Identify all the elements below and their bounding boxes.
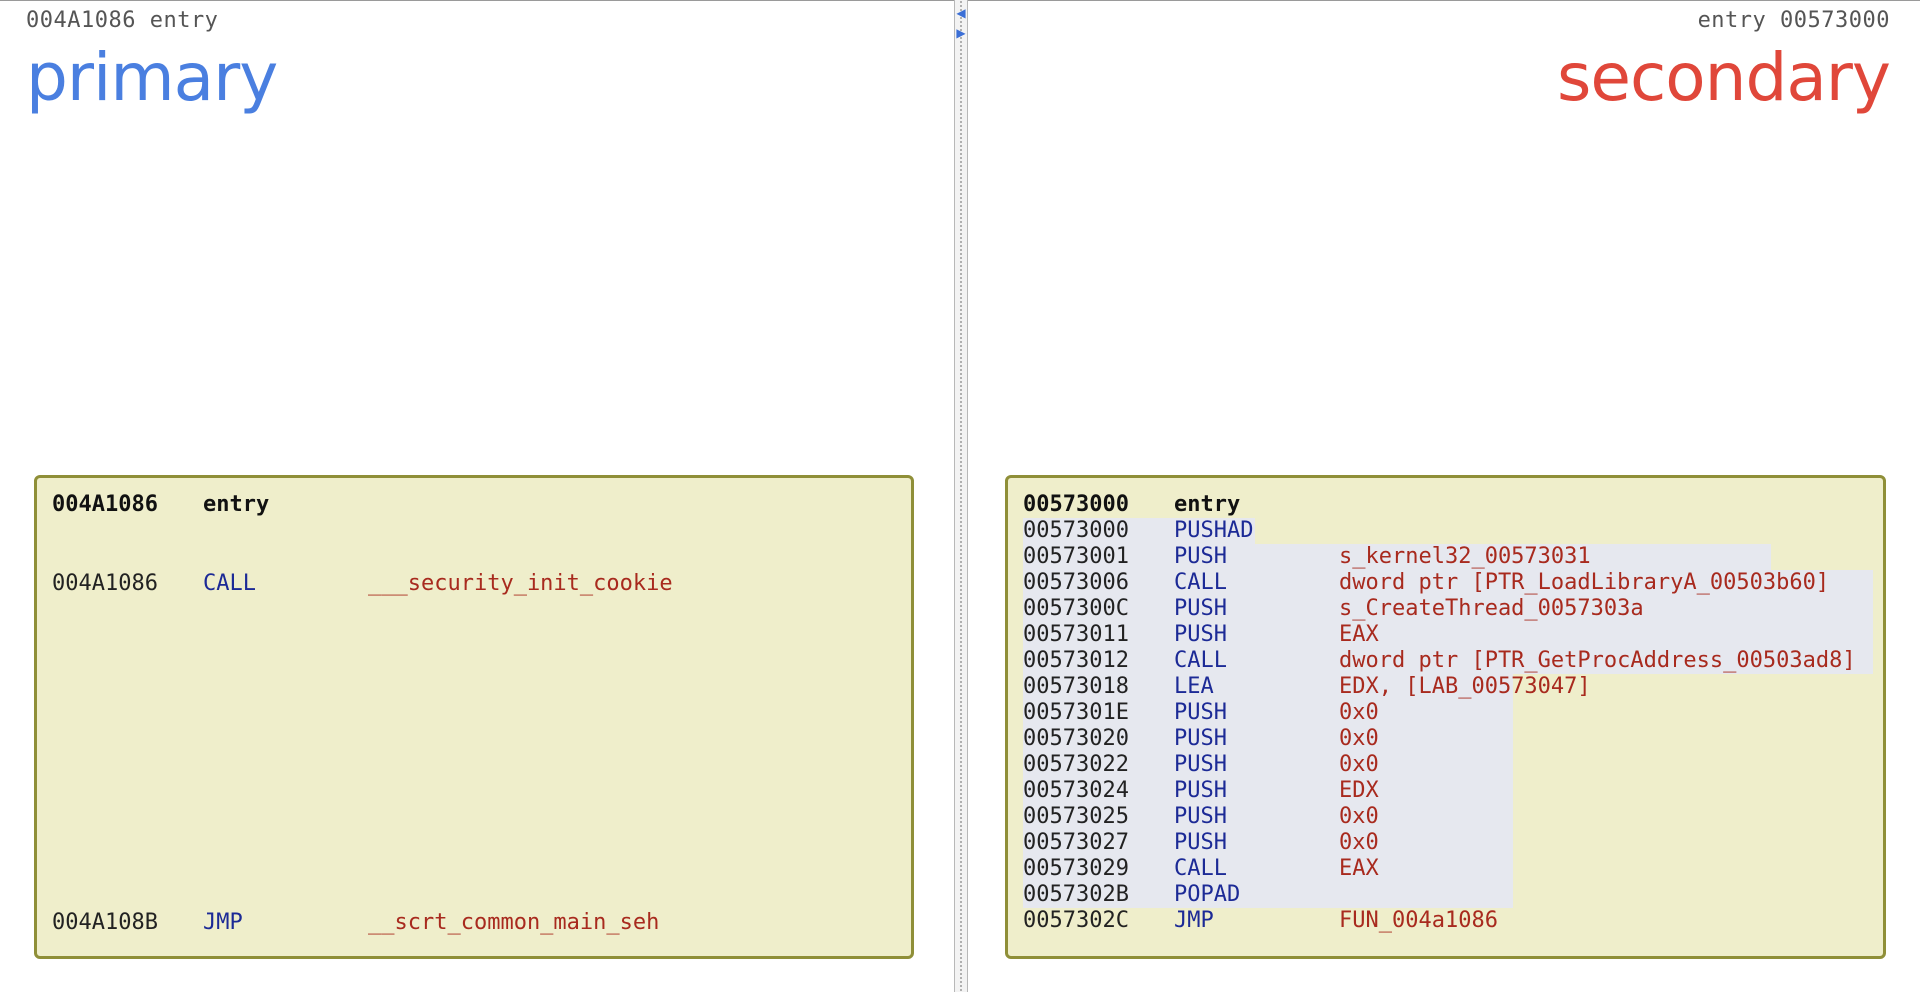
instruction-mnemonic: PUSH [1174, 830, 1227, 855]
primary-pane: 004A1086 entry primary 004A1086 entry 00… [0, 0, 954, 992]
instruction-address: 00573001 [1023, 544, 1129, 569]
instruction-mnemonic: PUSH [1174, 726, 1227, 751]
instruction-operand[interactable]: EDX [1339, 778, 1379, 804]
secondary-header: entry 00573000 [1697, 8, 1890, 33]
instruction-address: 004A1086 [52, 571, 158, 596]
instruction-operand[interactable]: 0x0 [1339, 726, 1379, 752]
instruction-operand[interactable]: FUN_004a1086 [1339, 908, 1498, 934]
secondary-pane: entry 00573000 secondary 00573000 entry … [968, 0, 1920, 992]
instruction-operand[interactable]: ___security_init_cookie [368, 571, 673, 597]
instruction-operand[interactable]: EAX [1339, 856, 1379, 882]
instruction-address: 00573012 [1023, 648, 1129, 673]
block-label-address: 004A1086 [52, 492, 158, 517]
instruction-operand[interactable]: dword ptr [PTR_LoadLibraryA_00503b60] [1339, 570, 1829, 596]
primary-title: primary [26, 39, 278, 116]
instruction-operand[interactable]: dword ptr [PTR_GetProcAddress_00503ad8] [1339, 648, 1856, 674]
block-label: entry [1174, 492, 1241, 517]
instruction-address: 00573020 [1023, 726, 1129, 751]
block-label-address: 00573000 [1023, 492, 1129, 517]
instruction-address: 0057301E [1023, 700, 1129, 725]
secondary-title: secondary [1556, 39, 1891, 116]
instruction-mnemonic: JMP [203, 910, 243, 935]
instruction-operand[interactable]: s_kernel32_00573031 [1339, 544, 1591, 570]
divider-grip[interactable] [959, 0, 963, 992]
instruction-operand[interactable]: s_CreateThread_0057303a [1339, 596, 1644, 622]
chevron-right-icon[interactable]: ▶ [955, 26, 967, 40]
instruction-address: 00573025 [1023, 804, 1129, 829]
secondary-code-block[interactable]: 00573000 entry 00573000 PUSHAD 00573001 PUS… [1005, 475, 1886, 959]
instruction-address: 00573018 [1023, 674, 1129, 699]
instruction-mnemonic: PUSH [1174, 622, 1227, 647]
primary-header: 004A1086 entry [26, 8, 219, 33]
instruction-mnemonic: PUSH [1174, 544, 1227, 569]
split-divider[interactable]: ◀ ▶ [954, 0, 968, 992]
chevron-left-icon[interactable]: ◀ [955, 6, 967, 20]
instruction-address: 00573011 [1023, 622, 1129, 647]
instruction-address: 0057302B [1023, 882, 1129, 907]
instruction-address: 00573006 [1023, 570, 1129, 595]
instruction-operand[interactable]: EAX [1339, 622, 1379, 648]
instruction-address: 00573000 [1023, 518, 1129, 543]
instruction-mnemonic: CALL [1174, 856, 1227, 881]
instruction-mnemonic: CALL [1174, 570, 1227, 595]
instruction-operand[interactable]: EDX, [LAB_00573047] [1339, 674, 1591, 700]
instruction-mnemonic: JMP [1174, 908, 1214, 933]
block-label: entry [203, 492, 270, 517]
instruction-mnemonic: PUSH [1174, 752, 1227, 777]
instruction-mnemonic: PUSH [1174, 804, 1227, 829]
instruction-address: 004A108B [52, 910, 158, 935]
instruction-mnemonic: PUSH [1174, 778, 1227, 803]
instruction-mnemonic: PUSH [1174, 596, 1227, 621]
instruction-operand[interactable]: __scrt_common_main_seh [368, 910, 659, 936]
instruction-mnemonic: LEA [1174, 674, 1214, 699]
instruction-address: 0057300C [1023, 596, 1129, 621]
instruction-mnemonic: PUSHAD [1174, 518, 1254, 543]
instruction-mnemonic: CALL [1174, 648, 1227, 673]
instruction-mnemonic: CALL [203, 571, 256, 596]
instruction-operand[interactable]: 0x0 [1339, 804, 1379, 830]
instruction-address: 00573024 [1023, 778, 1129, 803]
instruction-mnemonic: PUSH [1174, 700, 1227, 725]
primary-code-block[interactable]: 004A1086 entry 004A1086 CALL ___security… [34, 475, 914, 959]
instruction-address: 00573029 [1023, 856, 1129, 881]
instruction-operand[interactable]: 0x0 [1339, 700, 1379, 726]
instruction-address: 00573027 [1023, 830, 1129, 855]
instruction-address: 0057302C [1023, 908, 1129, 933]
instruction-mnemonic: POPAD [1174, 882, 1241, 907]
instruction-operand[interactable]: 0x0 [1339, 752, 1379, 778]
instruction-address: 00573022 [1023, 752, 1129, 777]
instruction-operand[interactable]: 0x0 [1339, 830, 1379, 856]
